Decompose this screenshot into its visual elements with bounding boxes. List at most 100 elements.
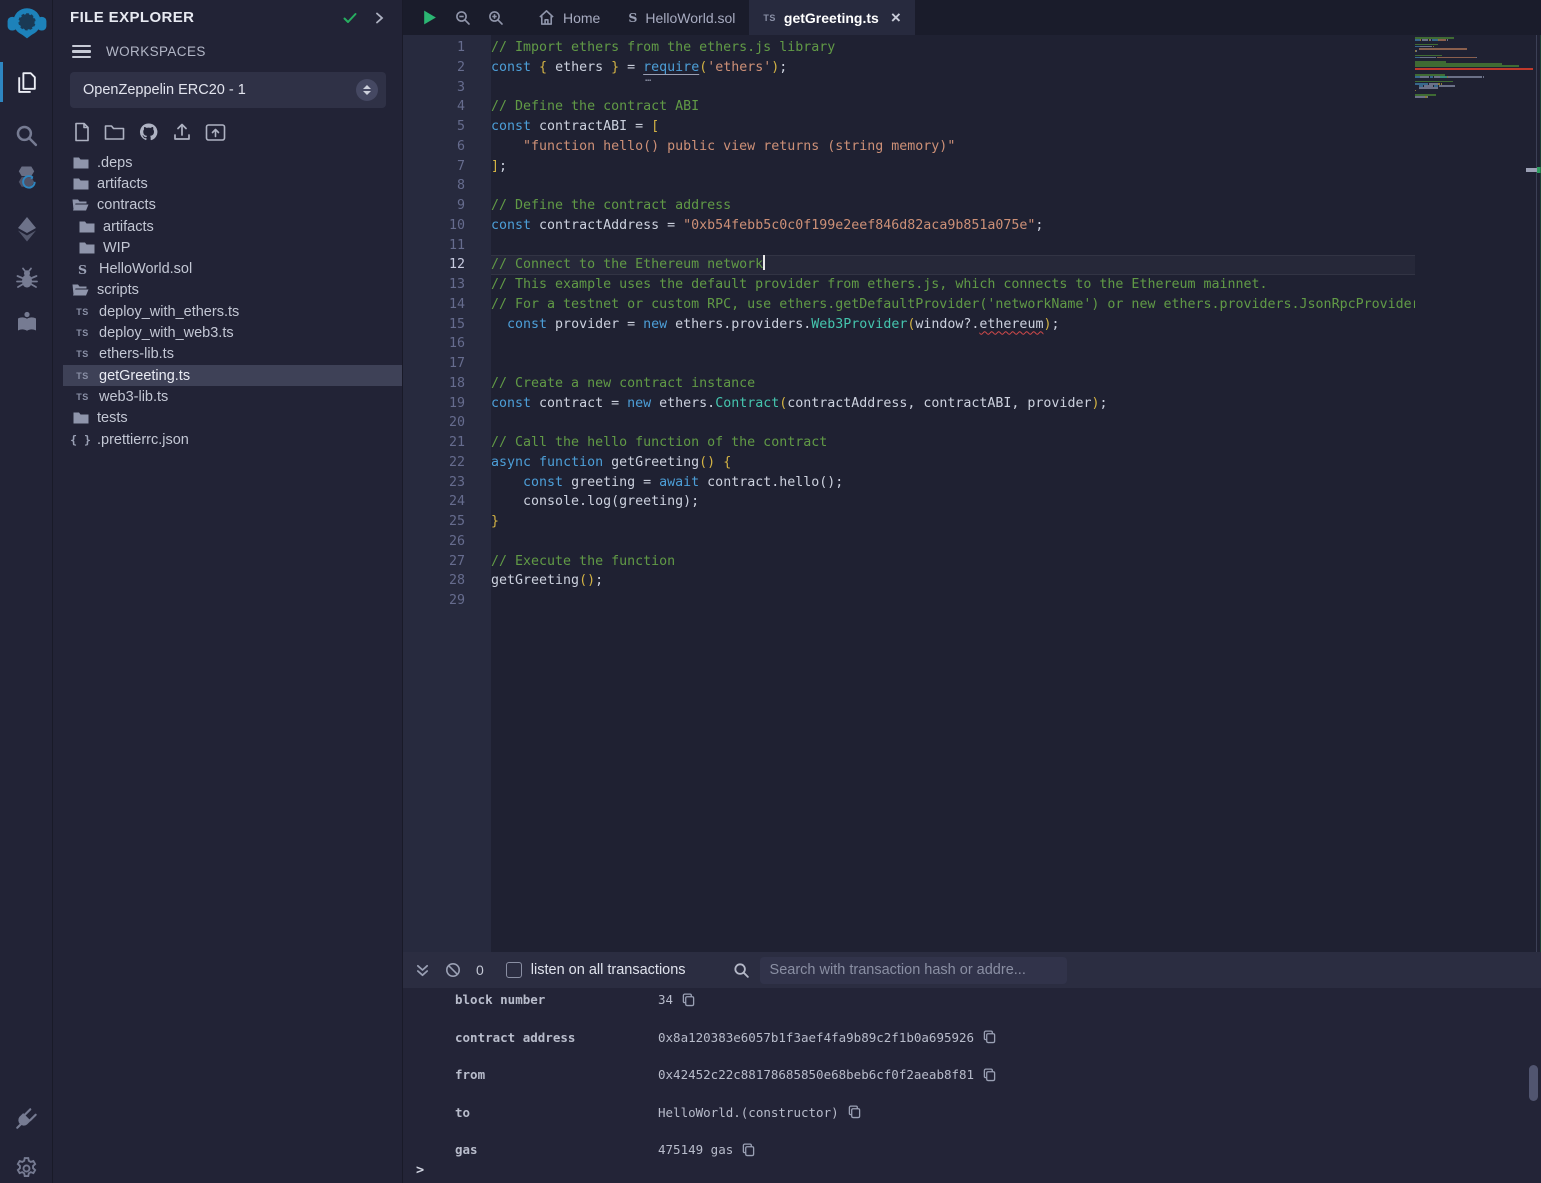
learneth-icon[interactable]	[0, 300, 53, 344]
tree-item-contracts[interactable]: contracts	[63, 195, 402, 216]
copy-icon[interactable]	[742, 1143, 755, 1157]
zoom-in-icon[interactable]	[488, 10, 504, 26]
tree-item-deploy_with_web3.ts[interactable]: TSdeploy_with_web3.ts	[63, 322, 402, 343]
check-icon[interactable]	[342, 10, 358, 26]
home-icon	[538, 9, 555, 26]
tree-item-label: tests	[97, 410, 128, 426]
workspaces-label: WORKSPACES	[106, 44, 206, 59]
ts-icon: TS	[74, 328, 91, 338]
code-line-5: const contractABI = [	[491, 117, 1415, 137]
folder-open-icon	[72, 198, 89, 212]
code-line-4: // Define the contract ABI	[491, 97, 1415, 117]
new-folder-icon[interactable]	[104, 123, 125, 141]
deploy-and-run-icon[interactable]	[0, 207, 53, 251]
tree-item-.deps[interactable]: .deps	[63, 152, 402, 173]
code-line-29	[491, 591, 1415, 611]
ts-icon: TS	[74, 349, 91, 359]
solidity-compiler-icon[interactable]	[0, 157, 53, 201]
new-file-icon[interactable]	[73, 122, 91, 142]
workspace-select[interactable]: OpenZeppelin ERC20 - 1	[70, 72, 386, 108]
tree-item-label: .prettierrc.json	[97, 432, 189, 448]
line-number: 19	[403, 394, 491, 414]
run-script-button[interactable]	[421, 9, 438, 26]
debugger-icon[interactable]	[0, 257, 53, 301]
zoom-out-icon[interactable]	[455, 10, 471, 26]
file-explorer-icon[interactable]	[0, 60, 53, 104]
transaction-count: 0	[476, 962, 484, 978]
remix-ide-window: FILE EXPLORER WORKSPACES OpenZeppelin ER…	[0, 0, 1541, 1183]
line-number: 13	[403, 275, 491, 295]
terminal-panel: 0 listen on all transactions block numbe…	[403, 952, 1541, 1183]
upload-file-icon[interactable]	[172, 122, 192, 142]
tree-item-scripts[interactable]: scripts	[63, 280, 402, 301]
tx-detail-label: contract address	[455, 1030, 658, 1045]
solidity-icon: S	[74, 262, 91, 277]
clear-console-icon[interactable]	[445, 962, 461, 978]
tx-detail-label: gas	[455, 1142, 658, 1157]
line-number: 22	[403, 453, 491, 473]
tab-HelloWorld.sol[interactable]: SHelloWorld.sol	[614, 0, 749, 35]
tx-detail-row-to: toHelloWorld.(constructor)	[455, 1101, 1521, 1139]
tree-item-getGreeting.ts[interactable]: TSgetGreeting.ts	[63, 365, 402, 386]
tree-item-web3-lib.ts[interactable]: TSweb3-lib.ts	[63, 386, 402, 407]
code-line-22: async function getGreeting() {	[491, 453, 1415, 473]
code-content: // Import ethers from the ethers.js libr…	[491, 38, 1415, 611]
minimap[interactable]	[1415, 37, 1533, 100]
line-number: 20	[403, 413, 491, 433]
tree-item-artifacts[interactable]: artifacts	[63, 216, 402, 237]
tree-item-tests[interactable]: tests	[63, 408, 402, 429]
tree-item-label: getGreeting.ts	[99, 368, 190, 384]
line-number: 1	[403, 38, 491, 58]
transaction-details: block number34contract address0x8a120383…	[455, 988, 1521, 1176]
upload-folder-icon[interactable]	[205, 123, 226, 142]
tab-Home[interactable]: Home	[524, 0, 614, 35]
tree-item-label: artifacts	[103, 219, 154, 235]
listen-transactions-label: listen on all transactions	[531, 962, 686, 978]
close-icon[interactable]: ×	[891, 9, 901, 26]
tree-item-.prettierrc.json[interactable]: { }.prettierrc.json	[63, 429, 402, 450]
plugin-manager-icon[interactable]	[0, 1098, 53, 1138]
terminal-prompt[interactable]: >	[416, 1162, 424, 1178]
clone-github-icon[interactable]	[138, 122, 159, 142]
tree-item-artifacts[interactable]: artifacts	[63, 173, 402, 194]
tab-getGreeting.ts[interactable]: TSgetGreeting.ts×	[749, 0, 914, 35]
tab-label: HelloWorld.sol	[645, 10, 735, 26]
copy-icon[interactable]	[848, 1105, 861, 1119]
code-line-19: const contract = new ethers.Contract(con…	[491, 394, 1415, 414]
line-number: 10	[403, 216, 491, 236]
settings-icon[interactable]	[0, 1148, 53, 1183]
line-number: 28	[403, 571, 491, 591]
line-number: 24	[403, 492, 491, 512]
file-explorer-panel: FILE EXPLORER WORKSPACES OpenZeppelin ER…	[53, 0, 403, 1183]
line-number: 14	[403, 295, 491, 315]
tx-detail-value: 0x8a120383e6057b1f3aef4fa9b89c2f1b0a6959…	[658, 1030, 974, 1045]
line-number: 21	[403, 433, 491, 453]
remix-logo-icon[interactable]	[0, 2, 53, 46]
terminal-collapse-icon[interactable]	[415, 963, 430, 978]
workspaces-menu-icon[interactable]	[72, 45, 91, 59]
tree-item-HelloWorld.sol[interactable]: SHelloWorld.sol	[63, 258, 402, 279]
transaction-search-input[interactable]	[760, 957, 1067, 984]
line-number: 8	[403, 176, 491, 196]
tree-item-WIP[interactable]: WIP	[63, 237, 402, 258]
code-line-6: "function hello() public view returns (s…	[491, 137, 1415, 157]
copy-icon[interactable]	[983, 1030, 996, 1044]
listen-transactions-checkbox[interactable]	[506, 962, 522, 978]
code-line-14: // For a testnet or custom RPC, use ethe…	[491, 295, 1415, 315]
line-number: 26	[403, 532, 491, 552]
tx-detail-label: block number	[455, 992, 658, 1007]
tree-item-ethers-lib.ts[interactable]: TSethers-lib.ts	[63, 344, 402, 365]
tree-item-label: WIP	[103, 240, 130, 256]
workspace-selected-name: OpenZeppelin ERC20 - 1	[83, 82, 356, 98]
chevron-right-icon[interactable]	[372, 11, 386, 25]
copy-icon[interactable]	[682, 993, 695, 1007]
copy-icon[interactable]	[983, 1068, 996, 1082]
terminal-scrollbar[interactable]	[1529, 1065, 1538, 1101]
search-icon[interactable]	[0, 113, 53, 157]
code-editor[interactable]: 1234567891011121314151617181920212223242…	[403, 35, 1541, 952]
tree-item-deploy_with_ethers.ts[interactable]: TSdeploy_with_ethers.ts	[63, 301, 402, 322]
code-line-25: }	[491, 512, 1415, 532]
editor-toolbar	[403, 0, 524, 35]
line-number: 12	[403, 255, 491, 275]
line-number: 2	[403, 58, 491, 78]
